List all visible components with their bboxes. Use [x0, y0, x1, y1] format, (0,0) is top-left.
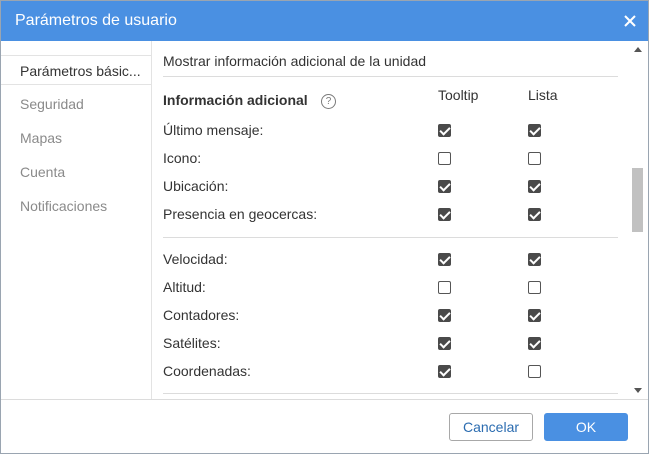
sidebar-item-account[interactable]: Cuenta: [1, 157, 151, 187]
altitude-list-checkbox[interactable]: [528, 281, 541, 294]
row-label-last-message: Último mensaje:: [163, 122, 264, 138]
row-label-speed: Velocidad:: [163, 251, 228, 267]
section-header: Mostrar información adicional de la unid…: [163, 53, 427, 69]
column-header-list: Lista: [528, 87, 558, 103]
satellites-tooltip-checkbox[interactable]: [438, 337, 451, 350]
altitude-tooltip-checkbox[interactable]: [438, 281, 451, 294]
scroll-down-icon[interactable]: [634, 388, 642, 393]
speed-list-checkbox[interactable]: [528, 253, 541, 266]
column-header-tooltip: Tooltip: [438, 87, 479, 103]
sidebar-item-notifications[interactable]: Notificaciones: [1, 191, 151, 221]
geofence-presence-tooltip-checkbox[interactable]: [438, 208, 451, 221]
sidebar-item-maps[interactable]: Mapas: [1, 123, 151, 153]
counters-tooltip-checkbox[interactable]: [438, 309, 451, 322]
dialog-title: Parámetros de usuario: [15, 12, 177, 29]
speed-tooltip-checkbox[interactable]: [438, 253, 451, 266]
coordinates-list-checkbox[interactable]: [528, 365, 541, 378]
icon-tooltip-checkbox[interactable]: [438, 152, 451, 165]
sidebar-item-basic-parameters[interactable]: Parámetros básic...: [1, 55, 151, 85]
row-label-counters: Contadores:: [163, 307, 240, 323]
location-list-checkbox[interactable]: [528, 180, 541, 193]
icon-list-checkbox[interactable]: [528, 152, 541, 165]
dialog-titlebar: Parámetros de usuario: [1, 1, 648, 41]
divider: [163, 393, 618, 394]
last-message-list-checkbox[interactable]: [528, 124, 541, 137]
divider: [163, 237, 618, 238]
satellites-list-checkbox[interactable]: [528, 337, 541, 350]
scrollbar-thumb[interactable]: [632, 168, 643, 232]
row-label-altitude: Altitud:: [163, 279, 206, 295]
content-scrollbar[interactable]: [630, 41, 647, 399]
row-label-satellites: Satélites:: [163, 335, 221, 351]
counters-list-checkbox[interactable]: [528, 309, 541, 322]
cancel-button[interactable]: Cancelar: [449, 413, 533, 441]
ok-button[interactable]: OK: [544, 413, 628, 441]
location-tooltip-checkbox[interactable]: [438, 180, 451, 193]
help-icon[interactable]: ?: [321, 94, 336, 109]
geofence-presence-list-checkbox[interactable]: [528, 208, 541, 221]
close-icon[interactable]: [619, 10, 641, 32]
row-label-icon: Icono:: [163, 150, 202, 166]
last-message-tooltip-checkbox[interactable]: [438, 124, 451, 137]
user-settings-dialog: Parámetros de usuario Parámetros básic..…: [0, 0, 649, 454]
dialog-footer: Cancelar OK: [1, 399, 648, 453]
sidebar-item-security[interactable]: Seguridad: [1, 89, 151, 119]
coordinates-tooltip-checkbox[interactable]: [438, 365, 451, 378]
settings-sidebar: Parámetros básic... Seguridad Mapas Cuen…: [1, 41, 151, 399]
row-label-geofence-presence: Presencia en geocercas:: [163, 206, 318, 222]
divider: [163, 76, 618, 77]
row-label-location: Ubicación:: [163, 178, 229, 194]
scroll-up-icon[interactable]: [634, 47, 642, 52]
settings-content: Mostrar información adicional de la unid…: [151, 41, 630, 399]
group-title: Información adicional: [163, 92, 308, 108]
row-label-coordinates: Coordenadas:: [163, 363, 251, 379]
